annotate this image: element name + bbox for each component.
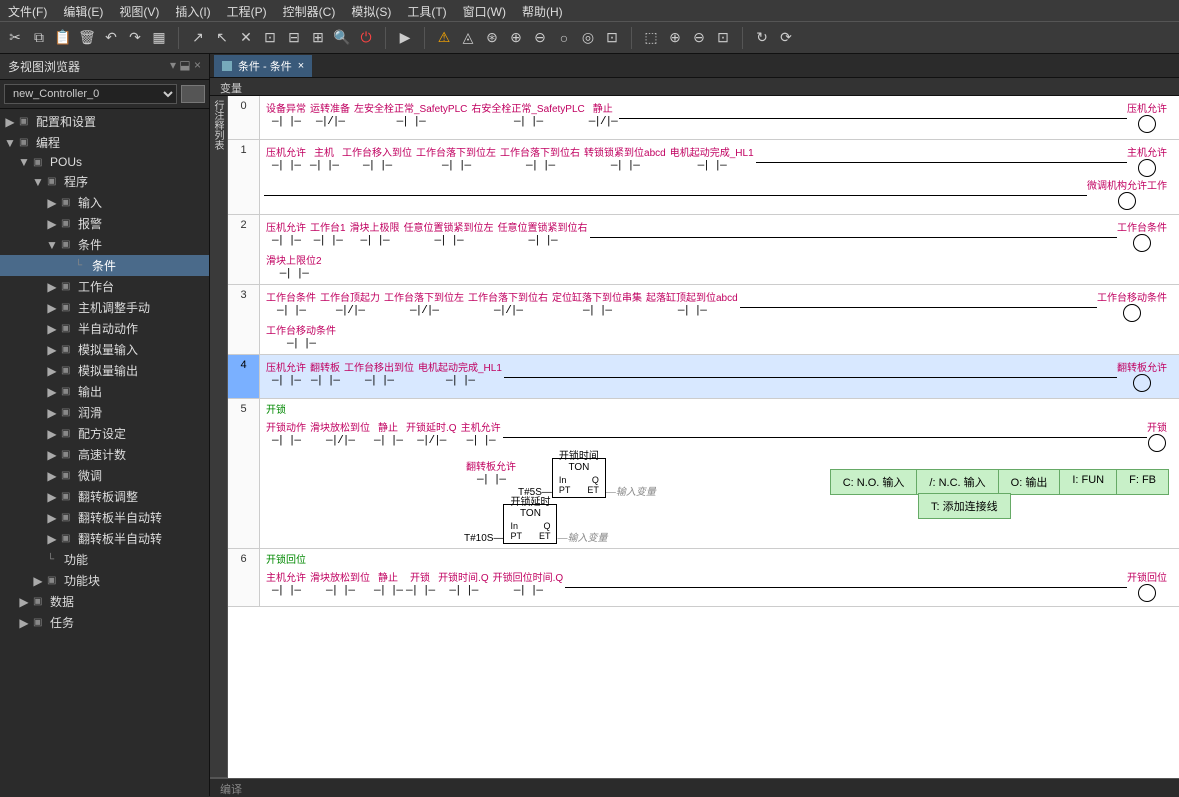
tree-item[interactable]: └条件 [0,255,209,276]
grid-icon[interactable]: ▦ [148,27,170,49]
paste-icon[interactable]: 📋 [52,27,74,49]
crop-icon[interactable]: ⬚ [640,27,662,49]
tree-item[interactable]: ▼▣编程 [0,132,209,153]
menu-insert[interactable]: 插入(I) [167,0,218,21]
link7-icon[interactable]: ⊡ [601,27,623,49]
controller-chip-icon[interactable] [181,85,205,103]
tree-item[interactable]: ▶▣模拟量输入 [0,339,209,360]
link1-icon[interactable]: ◬ [457,27,479,49]
sidebar-title: 多视图浏览器 ▾ ⬓ × [0,54,209,80]
menu-edit[interactable]: 编辑(E) [55,0,111,21]
tree-item[interactable]: ▶▣微调 [0,465,209,486]
delete-icon[interactable]: 🗑 [76,27,98,49]
menu-project[interactable]: 工程(P) [219,0,275,21]
sync-icon[interactable]: ⟳ [775,27,797,49]
link2-icon[interactable]: ⊛ [481,27,503,49]
tree-item[interactable]: ▶▣任务 [0,612,209,633]
ladder-rung[interactable]: 6开锁回位主机允许| |滑块放松到位| |静止| |开锁| |开锁时间.Q| |… [228,549,1179,607]
vtab-comments[interactable]: 行注释列表 [210,96,227,778]
menu-bar: 文件(F) 编辑(E) 视图(V) 插入(I) 工程(P) 控制器(C) 模拟(… [0,0,1179,22]
copy-icon[interactable]: ⧉ [28,27,50,49]
tree-item[interactable]: ▶▣翻转板半自动转 [0,528,209,549]
refresh-icon[interactable]: ↻ [751,27,773,49]
tree-item[interactable]: ▶▣高速计数 [0,444,209,465]
vertical-tabs: 行注释列表 快捷键列表 [210,96,228,778]
tree-item[interactable]: ▶▣翻转板调整 [0,486,209,507]
cut-icon[interactable]: ✂ [4,27,26,49]
search-icon[interactable]: 🔍 [331,27,353,49]
tree-item[interactable]: ▶▣功能块 [0,570,209,591]
menu-tools[interactable]: 工具(T) [399,0,454,21]
tab-bar: 条件 - 条件 × [210,54,1179,78]
tree-item[interactable]: ▼▣程序 [0,171,209,192]
quick-wire[interactable]: T: 添加连接线 [919,494,1010,518]
tree-item[interactable]: ▶▣输入 [0,192,209,213]
zoomin-icon[interactable]: ⊕ [664,27,686,49]
close-icon[interactable]: × [298,60,304,72]
tree-item[interactable]: ▶▣翻转板半自动转 [0,507,209,528]
tab-icon [222,61,232,71]
tool3-icon[interactable]: ⊟ [283,27,305,49]
stop-icon[interactable]: ⏻ [355,27,377,49]
tree-item[interactable]: ▶▣半自动动作 [0,318,209,339]
menu-file[interactable]: 文件(F) [0,0,55,21]
ladder-rung[interactable]: 1压机允许| |主机| |工作台移入到位| |工作台落下到位左| |工作台落下到… [228,140,1179,215]
cursor-icon[interactable]: ↖ [211,27,233,49]
controller-select[interactable]: new_Controller_0 [4,84,177,104]
quick-fun[interactable]: I: FUN [1060,470,1117,494]
quick-insert-bar-2: T: 添加连接线 [918,493,1011,519]
tab-conditions[interactable]: 条件 - 条件 × [214,55,312,77]
tool1-icon[interactable]: ✕ [235,27,257,49]
tree-item[interactable]: ▶▣润滑 [0,402,209,423]
editor-area: 条件 - 条件 × 变量 行注释列表 快捷键列表 0设备异常| |运转准备|/|… [210,54,1179,796]
quick-output[interactable]: O: 输出 [999,470,1061,494]
tree-item[interactable]: └功能 [0,549,209,570]
export-icon[interactable]: ↗ [187,27,209,49]
pin-icon[interactable]: ▾ ⬓ × [170,58,201,75]
tree-item[interactable]: ▶▣工作台 [0,276,209,297]
quick-nc-contact[interactable]: /: N.C. 输入 [917,470,998,494]
quick-insert-bar: C: N.O. 输入 /: N.C. 输入 O: 输出 I: FUN F: FB [830,469,1169,495]
menu-window[interactable]: 窗口(W) [455,0,514,21]
toolbar: ✂ ⧉ 📋 🗑 ↶ ↷ ▦ ↗ ↖ ✕ ⊡ ⊟ ⊞ 🔍 ⏻ ▶ ⚠ ◬ ⊛ ⊕ … [0,22,1179,54]
menu-simulate[interactable]: 模拟(S) [343,0,399,21]
tree-item[interactable]: ▶▣配方设定 [0,423,209,444]
zoomout-icon[interactable]: ⊖ [688,27,710,49]
menu-help[interactable]: 帮助(H) [514,0,571,21]
quick-fb[interactable]: F: FB [1117,470,1168,494]
menu-view[interactable]: 视图(V) [111,0,167,21]
tree-item[interactable]: ▶▣模拟量输出 [0,360,209,381]
ladder-rung[interactable]: 4压机允许| |翻转板| |工作台移出到位| |电机起动完成_HL1| |翻转板… [228,355,1179,399]
run-icon[interactable]: ▶ [394,27,416,49]
sidebar: 多视图浏览器 ▾ ⬓ × new_Controller_0 ▶▣配置和设置▼▣编… [0,54,210,796]
tree-item[interactable]: ▶▣数据 [0,591,209,612]
tool2-icon[interactable]: ⊡ [259,27,281,49]
ladder-rung[interactable]: 2压机允许| |工作台1| |滑块上极限| |任意位置锁紧到位左| |任意位置锁… [228,215,1179,285]
ladder-rung[interactable]: 0设备异常| |运转准备|/|左安全栓正常_SafetyPLC| |右安全栓正常… [228,96,1179,140]
quick-no-contact[interactable]: C: N.O. 输入 [831,470,918,494]
status-bar: 编译 [210,778,1179,796]
undo-icon[interactable]: ↶ [100,27,122,49]
tree-item[interactable]: ▶▣报警 [0,213,209,234]
link6-icon[interactable]: ◎ [577,27,599,49]
link4-icon[interactable]: ⊖ [529,27,551,49]
ladder-rung[interactable]: 3工作台条件| |工作台顶起力|/|工作台落下到位左|/|工作台落下到位右|/|… [228,285,1179,355]
tool4-icon[interactable]: ⊞ [307,27,329,49]
tree-item[interactable]: ▼▣条件 [0,234,209,255]
tree-item[interactable]: ▼▣POUs [0,153,209,171]
variable-bar[interactable]: 变量 [210,78,1179,96]
link3-icon[interactable]: ⊕ [505,27,527,49]
zoomfit-icon[interactable]: ⊡ [712,27,734,49]
project-tree: ▶▣配置和设置▼▣编程▼▣POUs▼▣程序▶▣输入▶▣报警▼▣条件└条件▶▣工作… [0,109,209,796]
redo-icon[interactable]: ↷ [124,27,146,49]
ladder-diagram[interactable]: 0设备异常| |运转准备|/|左安全栓正常_SafetyPLC| |右安全栓正常… [228,96,1179,778]
menu-controller[interactable]: 控制器(C) [275,0,344,21]
warn-icon[interactable]: ⚠ [433,27,455,49]
link5-icon[interactable]: ○ [553,27,575,49]
tree-item[interactable]: ▶▣输出 [0,381,209,402]
tree-item[interactable]: ▶▣配置和设置 [0,111,209,132]
tree-item[interactable]: ▶▣主机调整手动 [0,297,209,318]
